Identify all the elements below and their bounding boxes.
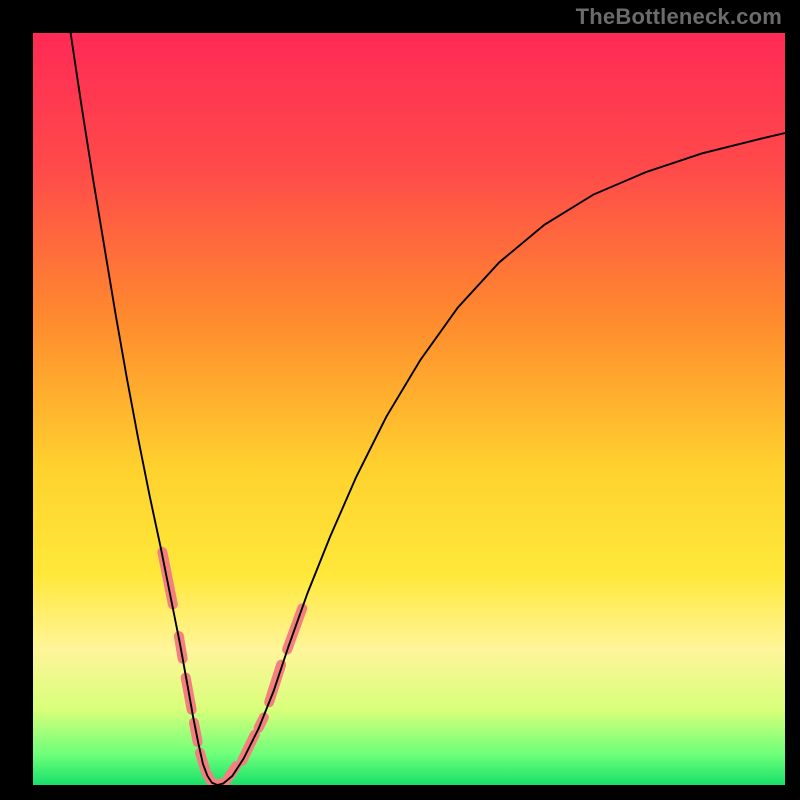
watermark-text: TheBottleneck.com bbox=[576, 4, 782, 30]
plot-area bbox=[33, 33, 785, 785]
curve-layer bbox=[33, 33, 785, 785]
chart-frame: TheBottleneck.com bbox=[0, 0, 800, 800]
bottleneck-curve bbox=[71, 33, 785, 785]
